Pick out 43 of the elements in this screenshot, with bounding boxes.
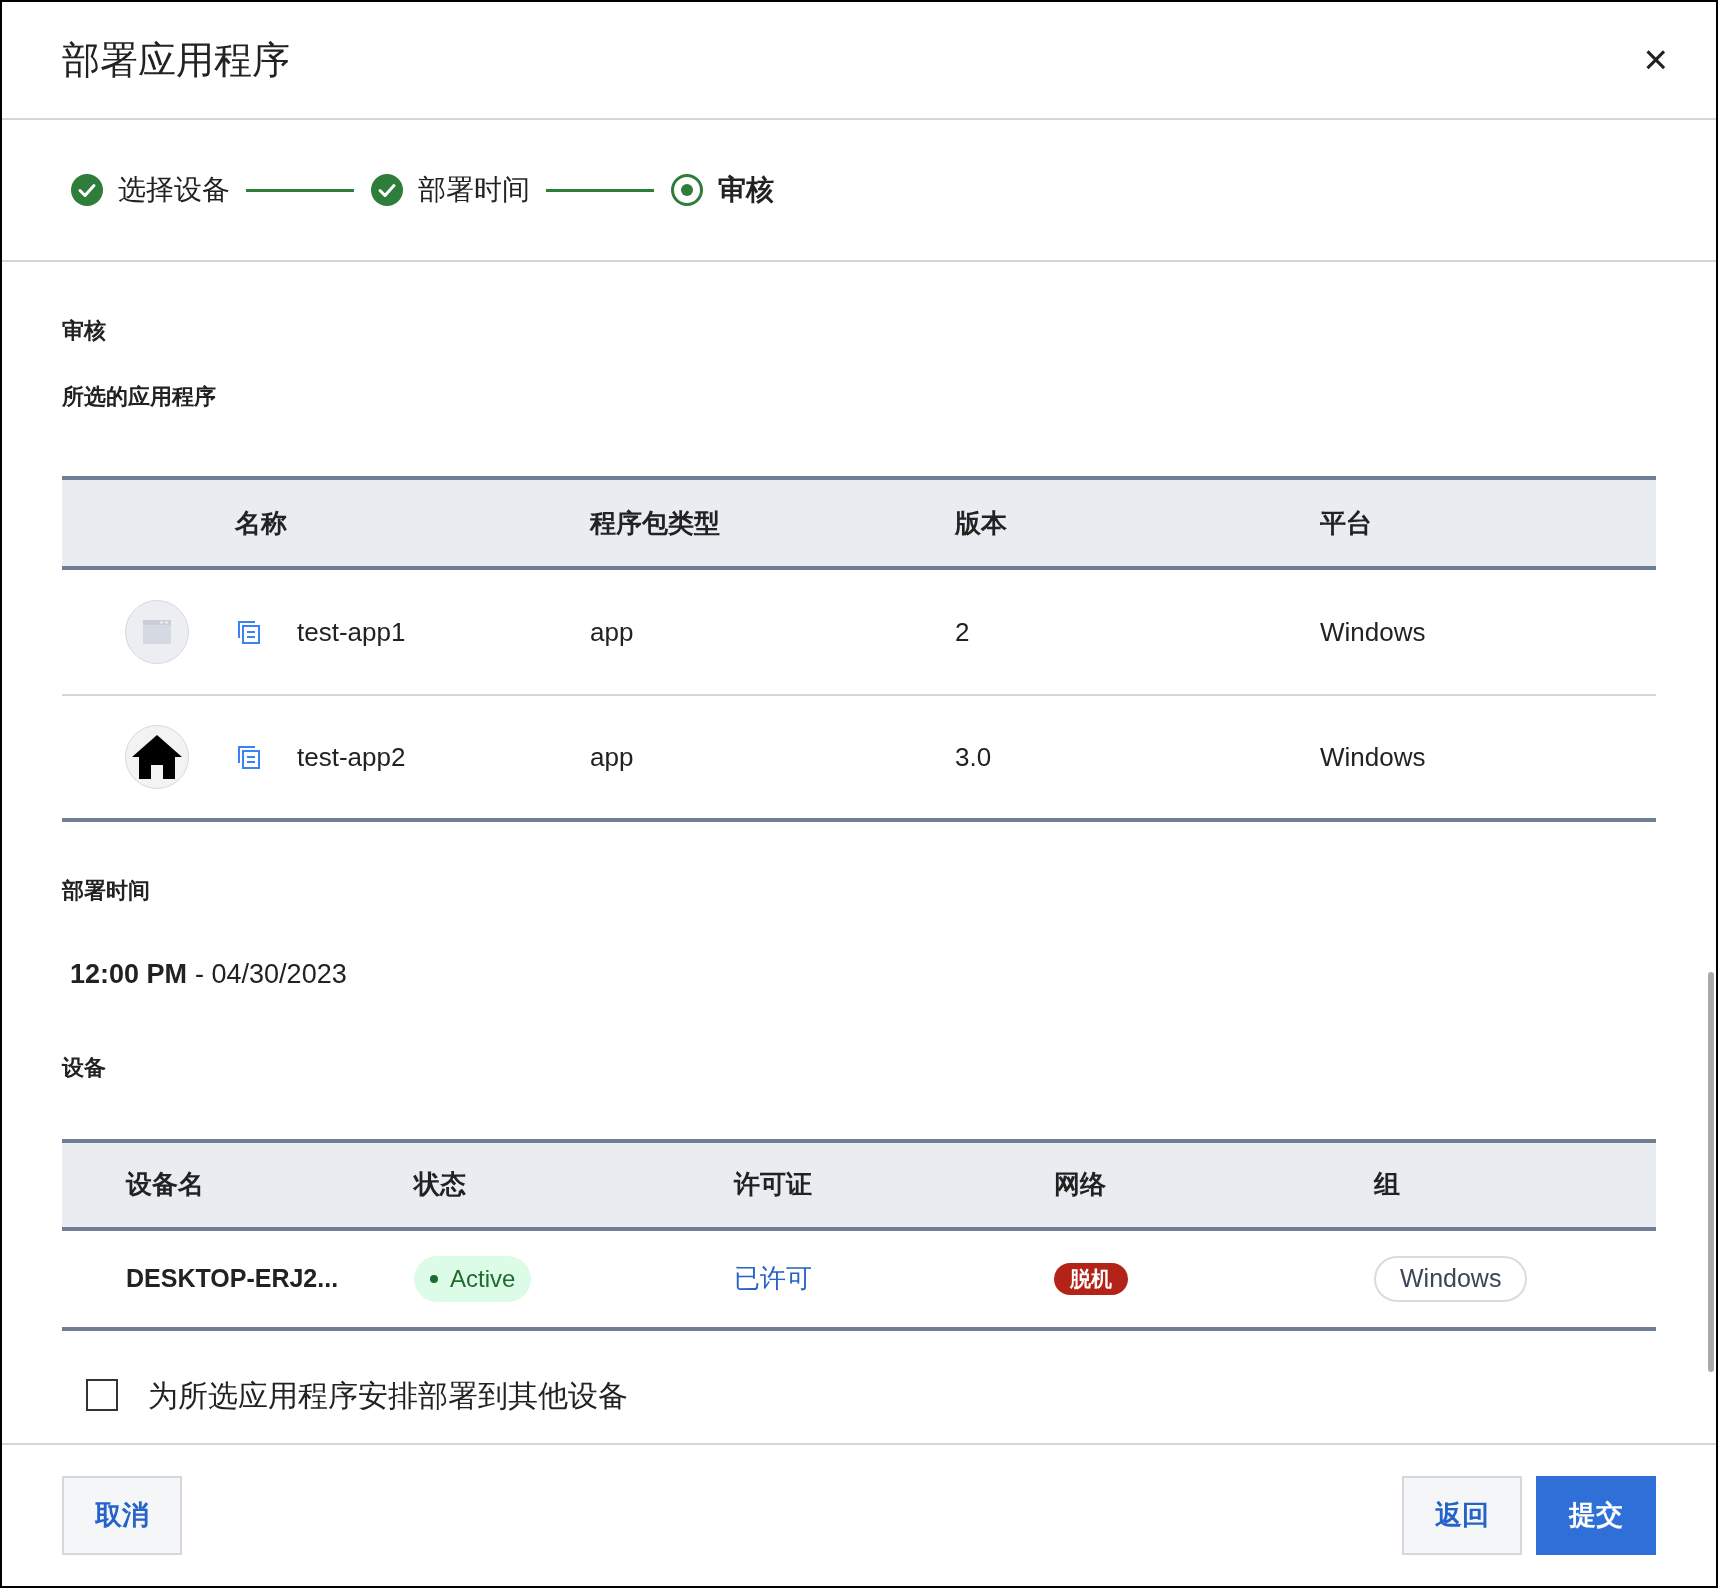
column-header: 许可证: [734, 1168, 813, 1201]
checkbox[interactable]: [86, 1379, 118, 1411]
column-header: 设备名: [124, 1168, 205, 1201]
cancel-button[interactable]: 取消: [62, 1476, 182, 1555]
column-header: 平台: [1320, 506, 1373, 540]
step-label: 部署时间: [418, 173, 530, 207]
column-header: 版本: [955, 506, 1008, 540]
scrollbar-thumb[interactable]: [1708, 972, 1714, 1372]
back-button[interactable]: 返回: [1402, 1476, 1522, 1555]
table-cell-text: app: [590, 615, 635, 649]
section-heading: 设备: [62, 1053, 107, 1081]
column-header: 组: [1374, 1168, 1401, 1201]
section-heading: 部署时间: [62, 877, 151, 904]
column-header: 网络: [1054, 1168, 1107, 1201]
column-header: 状态: [414, 1168, 467, 1201]
table-cell-text: 3.0: [955, 740, 993, 774]
device-name: DESKTOP-ERJ2...: [125, 1262, 340, 1294]
section-heading: 审核: [62, 317, 107, 344]
copy-icon[interactable]: [235, 618, 263, 646]
group-tag: Windows: [1374, 1255, 1528, 1302]
deploy-time: 12:00 PM: [70, 958, 188, 991]
column-header: 名称: [233, 506, 288, 540]
column-header: 程序包类型: [590, 506, 721, 540]
license-link[interactable]: 已许可: [734, 1259, 1054, 1298]
house-icon: [131, 733, 183, 781]
status-badge: Active: [414, 1255, 532, 1302]
table-cell-text: 2: [955, 615, 971, 649]
table-cell-text: app: [590, 740, 635, 774]
close-button[interactable]: ×: [1635, 39, 1676, 81]
table-cell-text: Windows: [1320, 615, 1427, 649]
submit-button[interactable]: 提交: [1536, 1476, 1656, 1555]
section-heading: 所选的应用程序: [62, 383, 217, 410]
deploy-date: - 04/30/2023: [195, 958, 347, 991]
table-cell-text: Windows: [1320, 740, 1427, 774]
dialog-title: 部署应用程序: [62, 37, 290, 83]
network-badge: 脱机: [1054, 1262, 1128, 1295]
app-name: test-app2: [297, 740, 406, 774]
copy-icon[interactable]: [235, 743, 263, 771]
step-label: 审核: [718, 173, 774, 207]
app-name: test-app1: [297, 615, 406, 649]
checkbox-label: 为所选应用程序安排部署到其他设备: [148, 1377, 628, 1414]
window-icon: [143, 620, 171, 644]
step-label: 选择设备: [118, 173, 230, 207]
